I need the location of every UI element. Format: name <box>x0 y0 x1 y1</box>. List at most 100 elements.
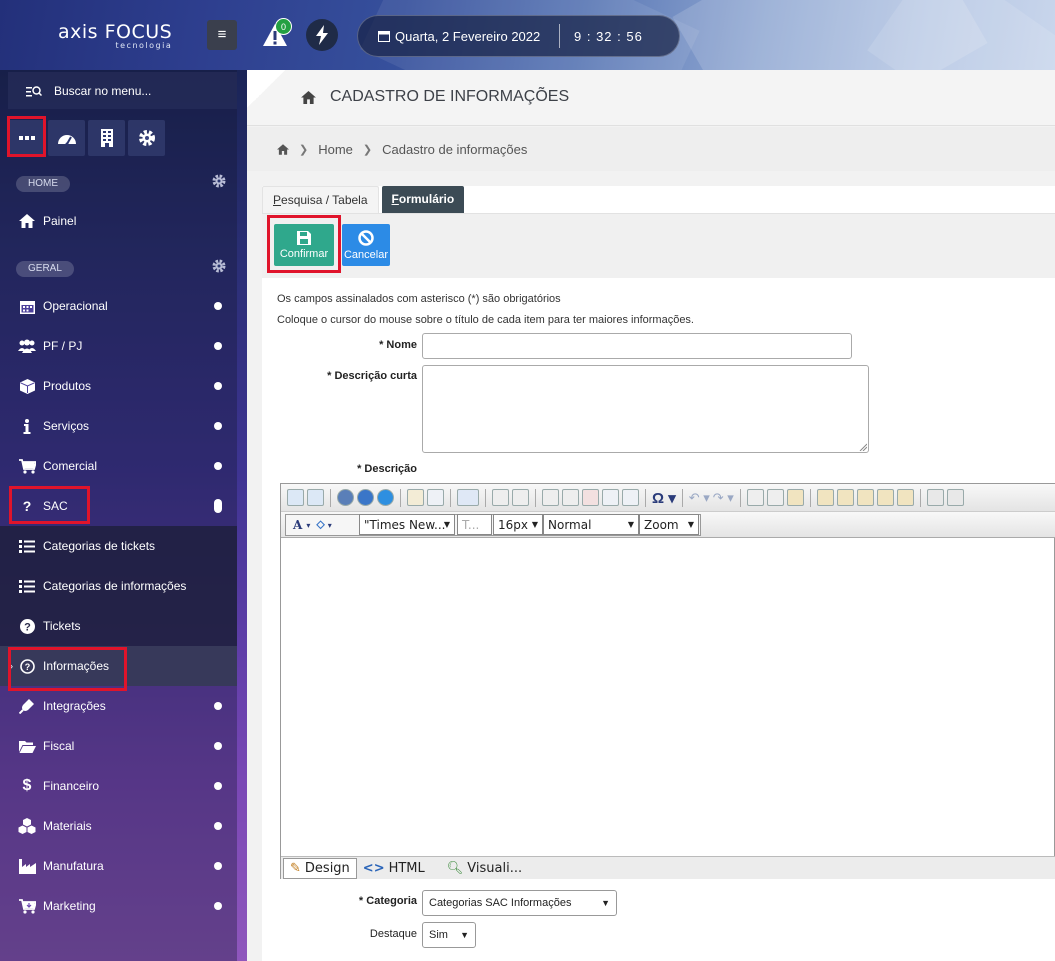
paste-plain-icon[interactable] <box>876 489 894 506</box>
tab-formulario[interactable]: Formulário <box>381 186 465 213</box>
cube-icon <box>19 378 35 394</box>
text-format-icon[interactable] <box>427 489 444 506</box>
expand-dot-icon <box>214 422 222 430</box>
cancel-button[interactable]: Cancelar <box>342 224 390 266</box>
table-row-icon[interactable] <box>492 489 509 506</box>
preview-mode-tab[interactable]: 🔍︎ Visuali... <box>441 858 528 879</box>
sidebar-item-marketing[interactable]: Marketing <box>0 886 237 926</box>
home-icon <box>19 214 35 228</box>
categoria-select[interactable]: Categorias SAC Informações ▼ <box>422 890 617 916</box>
insert-col-icon[interactable] <box>542 489 559 506</box>
media-icon[interactable] <box>357 489 374 506</box>
dollar-icon: $ <box>22 777 32 794</box>
ban-icon <box>358 229 374 246</box>
breadcrumb: ❯ Home ❯ Cadastro de informações <box>247 127 1055 171</box>
image-icon[interactable] <box>287 489 304 506</box>
sidebar-item-comercial[interactable]: Comercial <box>0 446 237 486</box>
active-caret-icon: › <box>10 661 13 671</box>
sidebar-item-financeiro[interactable]: $ Financeiro <box>0 766 237 806</box>
expand-dot-icon <box>214 902 222 910</box>
dashboard-button[interactable] <box>48 120 85 156</box>
sidebar-item-integracoes[interactable]: Integrações <box>0 686 237 726</box>
nome-input[interactable] <box>422 333 852 359</box>
gear-icon[interactable] <box>212 259 226 273</box>
paste-html-icon[interactable] <box>896 489 914 506</box>
menu-search[interactable]: Buscar no menu... <box>8 72 237 109</box>
redo-icon[interactable]: ↷ ▾ <box>713 490 734 506</box>
undo-icon[interactable]: ↶ ▾ <box>689 490 710 506</box>
delete-cell-icon[interactable] <box>582 489 599 506</box>
descricao-label: * Descrição <box>357 463 417 475</box>
omega-symbol-icon[interactable]: Ω ▾ <box>652 489 676 507</box>
sidebar-item-produtos[interactable]: Produtos <box>0 366 237 406</box>
table-icon[interactable] <box>457 489 479 506</box>
sidebar-item-tickets[interactable]: ? Tickets <box>0 606 237 646</box>
app-logo[interactable]: axis FOCUS tecnologia <box>58 22 172 50</box>
tab-pesquisa-tabela[interactable]: Pesquisa / Tabela <box>262 186 379 213</box>
users-icon <box>18 339 36 353</box>
paste-text-icon[interactable] <box>836 489 854 506</box>
editor-content-area[interactable] <box>281 539 1054 855</box>
confirm-button[interactable]: Confirmar <box>274 224 334 266</box>
paste-word-icon[interactable] <box>816 489 834 506</box>
link-icon[interactable] <box>337 489 354 506</box>
paste-special-icon[interactable] <box>856 489 874 506</box>
sidebar-item-operacional[interactable]: Operacional <box>0 286 237 326</box>
breadcrumb-home-link[interactable]: Home <box>318 142 353 157</box>
design-mode-tab[interactable]: ✎ Design <box>283 857 357 879</box>
font-color-button[interactable]: A ▾ ⬦ ▾ <box>289 514 347 535</box>
find-icon[interactable] <box>946 489 964 506</box>
svg-text:?: ? <box>24 621 31 633</box>
notification-badge: 0 <box>275 18 292 35</box>
print-icon[interactable] <box>926 489 944 506</box>
sidebar-item-informacoes[interactable]: › ? Informações <box>0 646 237 686</box>
special-doc-icon[interactable] <box>407 489 424 506</box>
menu-toggle-button[interactable]: ≡ <box>207 20 237 50</box>
sidebar-item-fiscal[interactable]: Fiscal <box>0 726 237 766</box>
cart-arrow-icon <box>18 898 36 914</box>
font-style-select[interactable]: T... <box>457 514 492 535</box>
zoom-select[interactable]: Zoom ▼ <box>639 514 699 535</box>
factory-icon <box>18 858 36 874</box>
copy-icon[interactable] <box>766 489 784 506</box>
more-button[interactable] <box>8 120 45 156</box>
font-family-select[interactable]: "Times New... ▼ <box>359 514 455 535</box>
table-col-icon[interactable] <box>512 489 529 506</box>
sidebar-item-servicos[interactable]: Serviços <box>0 406 237 446</box>
sidebar-item-materiais[interactable]: Materiais <box>0 806 237 846</box>
page-header: CADASTRO DE INFORMAÇÕES <box>247 70 1055 126</box>
sidebar-item-painel[interactable]: Painel <box>0 201 237 241</box>
building-icon <box>100 129 113 147</box>
descricao-curta-textarea[interactable] <box>422 365 869 453</box>
sidebar-item-label: Operacional <box>43 299 108 313</box>
settings-button[interactable] <box>128 120 165 156</box>
required-info-text: Os campos assinalados com asterisco (*) … <box>277 293 561 305</box>
sidebar-item-pf-pj[interactable]: PF / PJ <box>0 326 237 366</box>
resize-handle-icon[interactable] <box>859 443 867 451</box>
edit-table-icon[interactable] <box>622 489 639 506</box>
gear-icon[interactable] <box>212 174 226 188</box>
sidebar-item-manufatura[interactable]: Manufatura <box>0 846 237 886</box>
sidebar-item-categorias-tickets[interactable]: Categorias de tickets <box>0 526 237 566</box>
sidebar-item-sac[interactable]: ? SAC <box>0 486 237 526</box>
destaque-select[interactable]: Sim ▼ <box>422 922 476 948</box>
cut-icon[interactable] <box>746 489 764 506</box>
edit-cell-icon[interactable] <box>602 489 619 506</box>
sidebar-item-categorias-informacoes[interactable]: Categorias de informações <box>0 566 237 606</box>
form-toolbar: Confirmar Cancelar <box>262 213 1055 278</box>
image-gallery-icon[interactable] <box>307 489 324 506</box>
paste-icon[interactable] <box>786 489 804 506</box>
format-select[interactable]: Normal ▼ <box>543 514 639 535</box>
insert-row-icon[interactable] <box>562 489 579 506</box>
lightning-button[interactable] <box>306 19 338 51</box>
home-icon[interactable] <box>277 143 289 155</box>
lightning-icon <box>316 25 328 45</box>
section-geral-label: GERAL <box>16 261 74 277</box>
chevron-right-icon: ❯ <box>299 143 309 156</box>
font-size-select[interactable]: 16px ▼ <box>493 514 543 535</box>
highlight-color-icon: ⬦ <box>316 517 325 531</box>
building-button[interactable] <box>88 120 125 156</box>
html-mode-tab[interactable]: <> HTML <box>357 858 431 879</box>
sidebar-item-label: Categorias de informações <box>43 579 187 593</box>
flash-icon[interactable] <box>377 489 394 506</box>
